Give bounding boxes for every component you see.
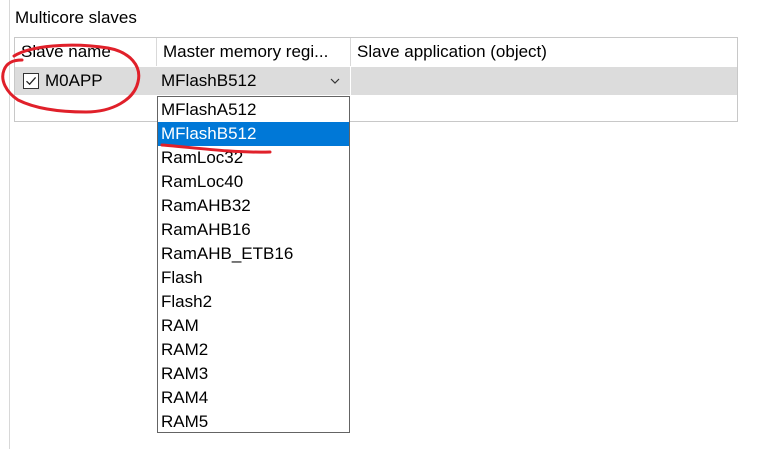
dialog-panel: Multicore slaves Slave name Master memor… [0,0,764,449]
slaves-table: Slave name Master memory regi... Slave a… [14,37,738,122]
dropdown-option[interactable]: RAM4 [158,386,349,410]
dropdown-option[interactable]: MFlashB512 [158,122,349,146]
memory-region-dropdown-list[interactable]: MFlashA512 MFlashB512 RamLoc32 RamLoc40 RamA… [157,96,350,433]
column-header-slave-application[interactable]: Slave application (object) [351,38,737,66]
column-header-master-memory-region[interactable]: Master memory regi... [157,38,351,66]
dropdown-option[interactable]: RAM2 [158,338,349,362]
dropdown-option[interactable]: RamLoc32 [158,146,349,170]
dropdown-option[interactable]: RamLoc40 [158,170,349,194]
dropdown-option[interactable]: RAM5 [158,410,349,434]
table-header: Slave name Master memory regi... Slave a… [15,38,737,66]
check-icon [26,76,37,86]
slave-name-text: M0APP [45,71,103,90]
table-row[interactable]: M0APP MFlashB512 [15,67,737,95]
dropdown-option[interactable]: RamAHB32 [158,194,349,218]
dropdown-option[interactable]: Flash [158,266,349,290]
dropdown-option[interactable]: RAM3 [158,362,349,386]
master-memory-region-combobox[interactable]: MFlashB512 [157,67,350,95]
slave-enabled-checkbox[interactable] [23,73,39,89]
dropdown-option[interactable]: Flash2 [158,290,349,314]
panel-divider [9,0,10,449]
slave-name-cell[interactable]: M0APP [15,67,157,95]
column-header-slave-name[interactable]: Slave name [15,38,157,66]
dropdown-option[interactable]: MFlashA512 [158,98,349,122]
dropdown-option[interactable]: RamAHB16 [158,218,349,242]
dropdown-option[interactable]: RAM [158,314,349,338]
slave-application-cell[interactable] [351,67,737,95]
chevron-down-icon[interactable] [330,67,340,95]
combobox-value: MFlashB512 [161,71,257,90]
dropdown-option[interactable]: RamAHB_ETB16 [158,242,349,266]
group-title: Multicore slaves [15,8,137,27]
